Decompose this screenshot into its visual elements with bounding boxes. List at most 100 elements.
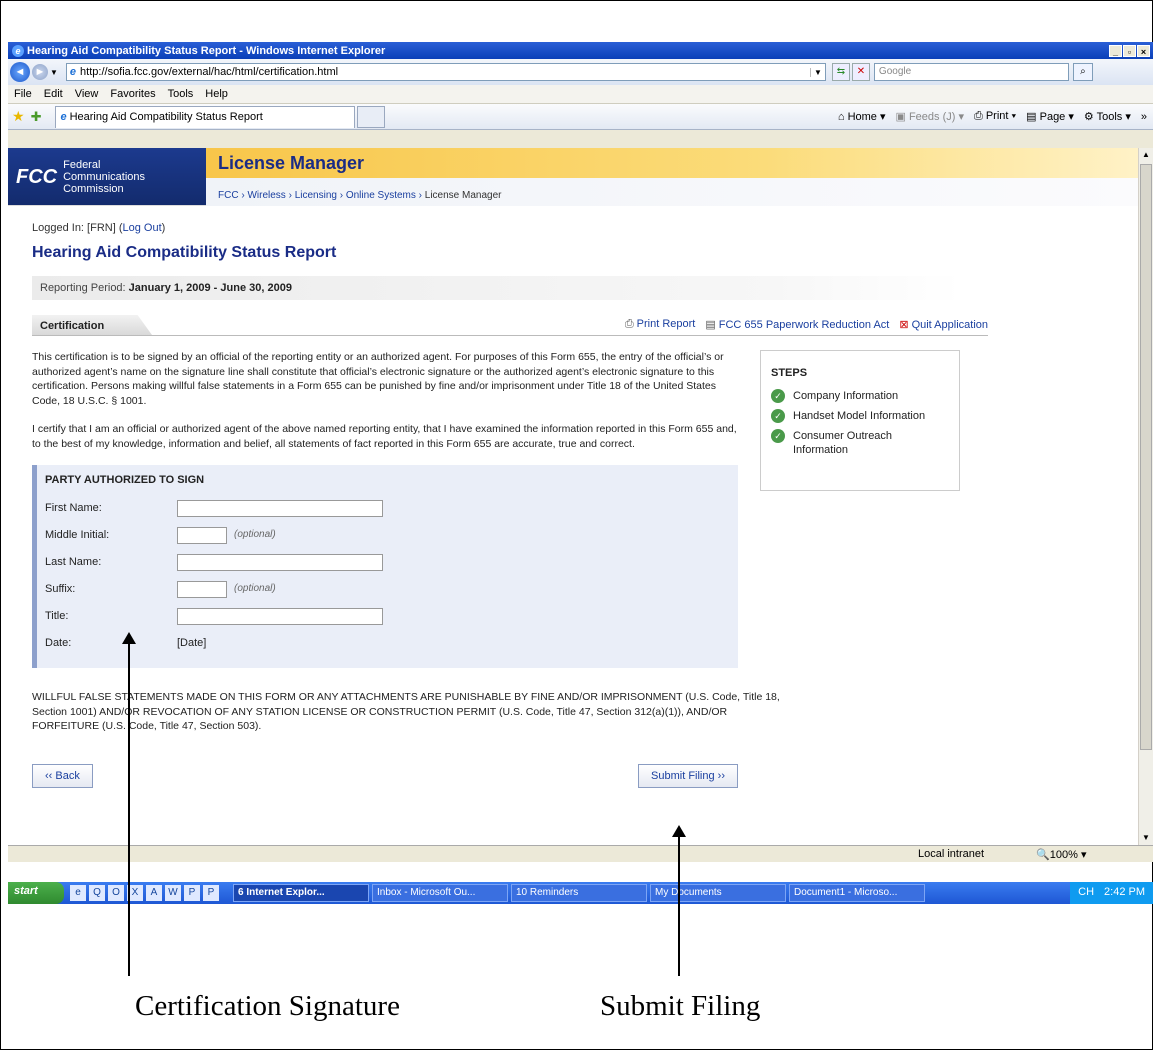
menu-file[interactable]: File	[8, 88, 38, 100]
back-button[interactable]: ‹‹ Back	[32, 763, 93, 788]
app-banner: License Manager	[206, 148, 1138, 178]
task-internet-explorer[interactable]: 6 Internet Explor...	[233, 884, 369, 902]
fcc-logo-mark: FCC	[16, 165, 58, 188]
breadcrumb-online-systems[interactable]: Online Systems	[346, 190, 416, 201]
title-row: Title:	[45, 603, 738, 630]
login-status: Logged In: [FRN] (Log Out)	[32, 222, 166, 234]
title-field[interactable]	[177, 607, 383, 625]
search-quicklaunch-icon[interactable]: Q	[89, 885, 105, 901]
paperwork-act-link[interactable]: ▤ FCC 655 Paperwork Reduction Act	[705, 318, 889, 331]
zoom-level[interactable]: 🔍100% ▾	[1036, 848, 1086, 861]
access-quicklaunch-icon[interactable]: A	[146, 885, 162, 901]
step-consumer-outreach-information[interactable]: ✓ Consumer Outreach Information	[771, 429, 949, 457]
signature-form: PARTY AUTHORIZED TO SIGN First Name: Mid…	[32, 465, 738, 668]
stop-icon[interactable]: ✕	[851, 63, 870, 81]
suffix-row: Suffix: (optional)	[45, 576, 738, 603]
breadcrumb-wireless[interactable]: Wireless	[247, 190, 285, 201]
forward-icon[interactable]: ►	[32, 64, 48, 80]
certification-paragraph-2: I certify that I am an official or autho…	[32, 423, 737, 450]
tab-certification: Certification	[32, 315, 152, 335]
back-icon[interactable]: ◄	[10, 62, 30, 82]
printer-icon: ⎙	[624, 318, 634, 330]
maximize-button[interactable]: ▫	[1123, 44, 1136, 57]
submit-filing-button[interactable]: Submit Filing ››	[638, 763, 738, 788]
status-bar: Local intranet 🔍100% ▾	[8, 845, 1153, 862]
tools-button[interactable]: ⚙ Tools ▾	[1084, 110, 1131, 123]
url-field[interactable]: e http://sofia.fcc.gov/external/hac/html…	[65, 63, 826, 81]
button-row: ‹‹ Back Submit Filing ››	[32, 763, 738, 788]
quick-launch: e Q O X A W P P	[70, 885, 219, 901]
new-tab-button[interactable]	[357, 105, 386, 128]
title-bar: e Hearing Aid Compatibility Status Repor…	[8, 42, 1153, 59]
menu-tools[interactable]: Tools	[162, 88, 200, 100]
last-name-field[interactable]	[177, 553, 383, 571]
search-input[interactable]: Google	[873, 63, 1069, 81]
quit-application-link[interactable]: ⊠ Quit Application	[899, 318, 988, 331]
favorites-star-icon[interactable]: ★	[12, 108, 25, 125]
refresh-icon[interactable]: ⇆	[831, 63, 850, 81]
history-dropdown-icon[interactable]: ▼	[50, 68, 58, 77]
feeds-button[interactable]: ▣ Feeds (J) ▾	[895, 110, 964, 123]
menu-view[interactable]: View	[69, 88, 105, 100]
language-indicator[interactable]: CH	[1078, 886, 1094, 904]
certification-text: This certification is to be signed by an…	[32, 350, 780, 788]
scroll-down-icon[interactable]: ▼	[1140, 831, 1152, 845]
powerpoint-quicklaunch-icon[interactable]: P	[203, 885, 219, 901]
search-icon[interactable]: ⌕	[1072, 63, 1093, 81]
home-button[interactable]: ⌂ Home ▾	[838, 110, 886, 123]
word-quicklaunch-icon[interactable]: W	[165, 885, 181, 901]
annotation-arrow-right	[672, 825, 686, 976]
print-button[interactable]: ⎙ Print ▾	[974, 110, 1016, 123]
menu-favorites[interactable]: Favorites	[104, 88, 161, 100]
quit-icon: ⊠	[899, 319, 909, 331]
print-report-link[interactable]: ⎙ Print Report	[625, 318, 696, 331]
ie-quicklaunch-icon[interactable]: e	[70, 885, 86, 901]
check-icon: ✓	[771, 429, 785, 443]
page-button[interactable]: ▤ Page ▾	[1026, 110, 1074, 123]
scroll-up-icon[interactable]: ▲	[1140, 148, 1152, 162]
browser-tab[interactable]: e Hearing Aid Compatibility Status Repor…	[55, 105, 356, 128]
first-name-row: First Name:	[45, 495, 738, 522]
ie-page-icon: e	[69, 66, 77, 78]
clock: 2:42 PM	[1104, 886, 1145, 898]
task-word-document[interactable]: Document1 - Microso...	[789, 884, 925, 902]
annotation-certification-signature: Certification Signature	[135, 990, 400, 1022]
system-tray: CH 2:42 PM	[1070, 882, 1153, 904]
outlook-quicklaunch-icon[interactable]: O	[108, 885, 124, 901]
add-favorite-icon[interactable]: ✚	[31, 109, 42, 125]
suffix-field[interactable]	[177, 580, 227, 598]
menu-help[interactable]: Help	[199, 88, 234, 100]
fcc-logo[interactable]: FCC Federal Communications Commission	[8, 148, 206, 205]
chevron-right-icon[interactable]: »	[1141, 111, 1147, 123]
url-dropdown-icon[interactable]: ▼	[810, 67, 825, 77]
middle-initial-field[interactable]	[177, 526, 227, 544]
close-button[interactable]: ×	[1137, 44, 1150, 57]
url-buttons: ⇆ ✕	[831, 63, 870, 81]
fcc-header: FCC Federal Communications Commission Li…	[8, 148, 1138, 206]
check-icon: ✓	[771, 409, 785, 423]
favorites-bar: ★ ✚ e Hearing Aid Compatibility Status R…	[8, 104, 1153, 130]
annotation-arrow-left	[122, 632, 136, 976]
step-handset-model-information[interactable]: ✓ Handset Model Information	[771, 409, 949, 423]
steps-panel: STEPS ✓ Company Information ✓ Handset Mo…	[760, 350, 960, 491]
first-name-field[interactable]	[177, 499, 383, 517]
date-row: Date: [Date]	[45, 636, 207, 649]
menu-edit[interactable]: Edit	[38, 88, 69, 100]
logout-link[interactable]: Log Out	[123, 222, 162, 234]
app-title: License Manager	[218, 152, 365, 173]
windows-taskbar: start e Q O X A W P P 6 Internet Explor.…	[8, 882, 1153, 904]
breadcrumb-fcc[interactable]: FCC	[218, 190, 239, 201]
window-title: Hearing Aid Compatibility Status Report …	[27, 44, 386, 57]
scroll-thumb[interactable]	[1140, 164, 1152, 750]
task-my-documents[interactable]: My Documents	[650, 884, 786, 902]
task-reminders[interactable]: 10 Reminders	[511, 884, 647, 902]
minimize-button[interactable]: _	[1109, 44, 1122, 57]
task-outlook-inbox[interactable]: Inbox - Microsoft Ou...	[372, 884, 508, 902]
vertical-scrollbar[interactable]: ▲ ▼	[1138, 148, 1153, 845]
breadcrumb-licensing[interactable]: Licensing	[295, 190, 337, 201]
publisher-quicklaunch-icon[interactable]: P	[184, 885, 200, 901]
step-company-information[interactable]: ✓ Company Information	[771, 389, 949, 403]
menu-bar: File Edit View Favorites Tools Help	[8, 85, 1153, 104]
start-button[interactable]: start	[8, 882, 64, 904]
security-zone[interactable]: Local intranet	[918, 848, 984, 860]
